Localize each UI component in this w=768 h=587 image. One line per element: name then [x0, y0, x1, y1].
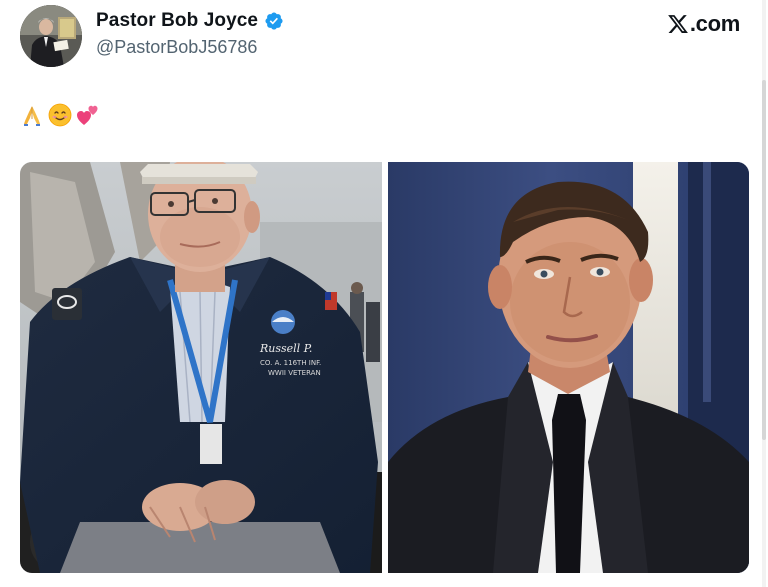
author-name-row[interactable]: Pastor Bob Joyce: [96, 10, 284, 32]
smiling-face-emoji: [48, 103, 72, 127]
page-scrollbar-thumb[interactable]: [762, 80, 766, 440]
two-hearts-emoji: [77, 105, 98, 125]
author-display-name[interactable]: Pastor Bob Joyce: [96, 10, 258, 32]
media-photo-left[interactable]: Russell P. CO. A. 116TH INF. WWII VETERA…: [20, 162, 382, 573]
tweet-card: Pastor Bob Joyce @PastorBobJ56786 .com R…: [0, 0, 768, 587]
author-handle[interactable]: @PastorBobJ56786: [96, 37, 257, 58]
media-photo-right[interactable]: [388, 162, 749, 573]
x-brand: .com: [667, 11, 740, 37]
folded-hands-emoji: [24, 106, 40, 126]
x-logo-icon: [667, 15, 688, 33]
avatar-photo: [20, 5, 82, 67]
photo-elderly-veteran-in-wheelchair: Russell P. CO. A. 116TH INF. WWII VETERA…: [20, 162, 382, 573]
media-grid: Russell P. CO. A. 116TH INF. WWII VETERA…: [20, 162, 749, 573]
svg-text:Russell P.: Russell P.: [259, 342, 312, 355]
brand-domain-text: .com: [689, 11, 740, 36]
verified-badge-icon: [265, 12, 283, 30]
svg-text:WWII VETERAN: WWII VETERAN: [268, 369, 321, 377]
photo-man-in-dark-suit-portrait: [388, 162, 749, 573]
svg-text:CO. A. 116TH INF.: CO. A. 116TH INF.: [260, 359, 321, 367]
tweet-text: [20, 103, 100, 127]
avatar[interactable]: [20, 5, 82, 67]
